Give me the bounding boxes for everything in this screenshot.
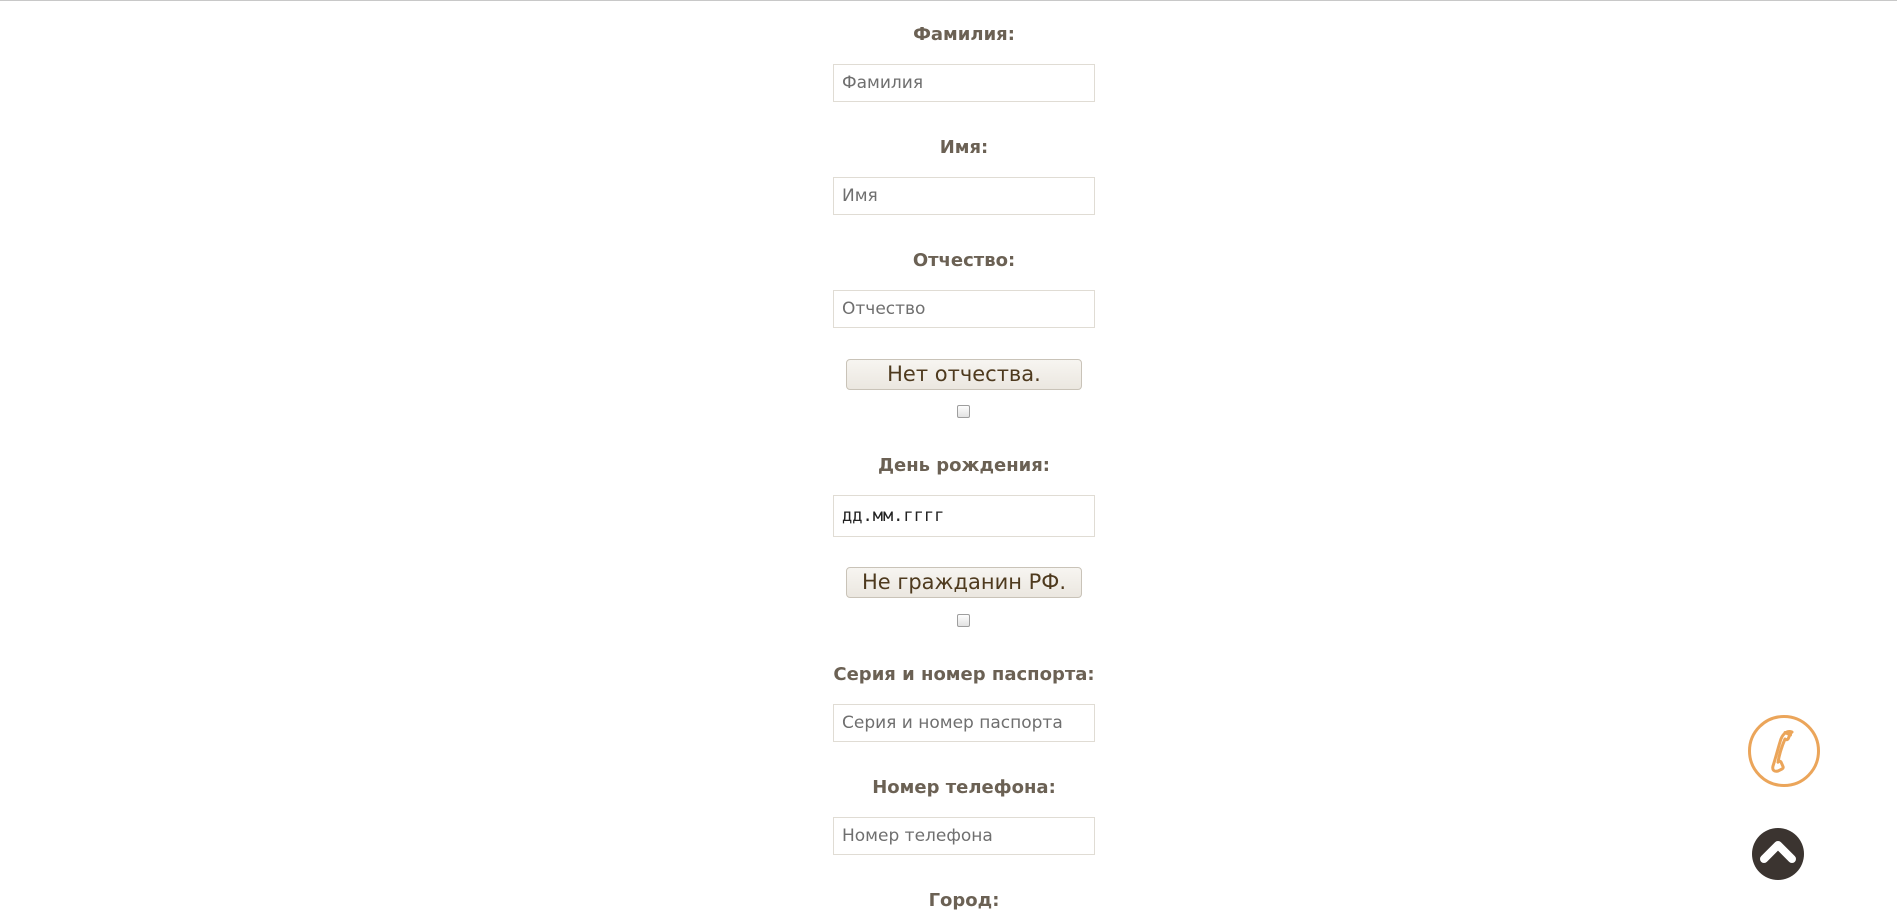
call-button[interactable] xyxy=(1748,715,1820,787)
patronymic-input[interactable] xyxy=(833,290,1095,328)
chevron-up-icon xyxy=(1760,841,1796,863)
birthday-label: День рождения: xyxy=(877,455,1051,476)
top-divider xyxy=(0,0,1897,1)
city-label: Город: xyxy=(928,890,1000,911)
passport-label: Серия и номер паспорта: xyxy=(833,664,1095,685)
surname-input[interactable] xyxy=(833,64,1095,102)
scroll-to-top-button[interactable] xyxy=(1752,828,1804,880)
patronymic-label: Отчество: xyxy=(912,250,1016,271)
not-citizen-checkbox[interactable] xyxy=(957,614,970,627)
phone-label: Номер телефона: xyxy=(872,777,1056,798)
not-citizen-button[interactable]: Не гражданин РФ. xyxy=(846,567,1082,598)
birthday-input[interactable]: дд.мм.гггг xyxy=(833,495,1095,537)
phone-handset-icon xyxy=(1771,730,1794,773)
surname-label: Фамилия: xyxy=(913,24,1015,45)
name-label: Имя: xyxy=(939,137,989,158)
no-patronymic-button[interactable]: Нет отчества. xyxy=(846,359,1082,390)
name-input[interactable] xyxy=(833,177,1095,215)
phone-input[interactable] xyxy=(833,817,1095,855)
no-patronymic-checkbox[interactable] xyxy=(957,405,970,418)
passport-input[interactable] xyxy=(833,704,1095,742)
